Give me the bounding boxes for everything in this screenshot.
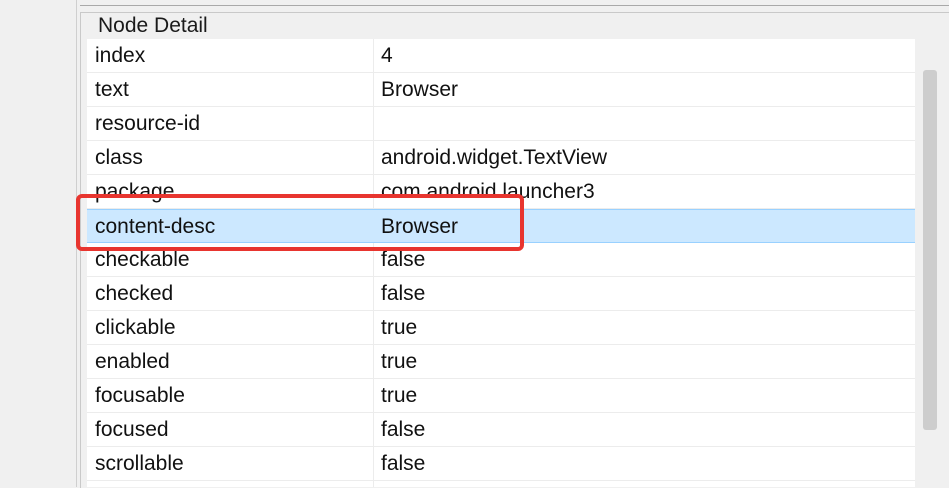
property-value: false <box>381 248 426 271</box>
property-key: checked <box>95 282 174 305</box>
table-row[interactable]: checkable false <box>87 243 915 277</box>
top-divider <box>80 5 949 6</box>
property-value: true <box>381 384 418 407</box>
table-row[interactable]: text Browser <box>87 73 915 107</box>
property-value: 4 <box>381 44 393 67</box>
table-row[interactable]: focusable true <box>87 379 915 413</box>
table-row[interactable]: checked false <box>87 277 915 311</box>
table-row[interactable]: scrollable false <box>87 447 915 481</box>
property-key: content-desc <box>95 215 216 238</box>
table-row[interactable]: enabled true <box>87 345 915 379</box>
vertical-scrollbar[interactable] <box>916 39 949 487</box>
property-key: enabled <box>95 350 170 373</box>
property-key: clickable <box>95 316 176 339</box>
property-value: false <box>381 418 426 441</box>
property-value: true <box>381 316 418 339</box>
property-key: resource-id <box>95 112 201 135</box>
property-key: focusable <box>95 384 185 407</box>
table-row[interactable]: focused false <box>87 413 915 447</box>
property-value: Browser <box>381 78 459 101</box>
scrollbar-thumb[interactable] <box>923 70 937 430</box>
property-value: true <box>381 350 418 373</box>
property-key: text <box>95 78 129 101</box>
property-value <box>381 107 901 140</box>
property-value: Browser <box>381 215 459 238</box>
property-key: scrollable <box>95 452 184 475</box>
group-title: Node Detail <box>96 13 210 39</box>
property-key: focused <box>95 418 169 441</box>
node-detail-table[interactable]: index 4 text Browser resource-id class a… <box>87 39 915 487</box>
table-row[interactable]: class android.widget.TextView <box>87 141 915 175</box>
property-value: false <box>381 282 426 305</box>
property-value: com.android.launcher3 <box>381 180 595 203</box>
property-key: class <box>95 146 143 169</box>
property-key: checkable <box>95 248 190 271</box>
table-row-selected[interactable]: content-desc Browser <box>87 209 915 243</box>
property-value: false <box>381 452 426 475</box>
left-pane <box>0 0 77 487</box>
property-key: package <box>95 180 175 203</box>
table-row[interactable]: index 4 <box>87 39 915 73</box>
property-key: index <box>95 44 146 67</box>
table-row[interactable]: clickable true <box>87 311 915 345</box>
table-row[interactable]: resource-id <box>87 107 915 141</box>
table-row[interactable]: package com.android.launcher3 <box>87 175 915 209</box>
property-value: android.widget.TextView <box>381 146 608 169</box>
